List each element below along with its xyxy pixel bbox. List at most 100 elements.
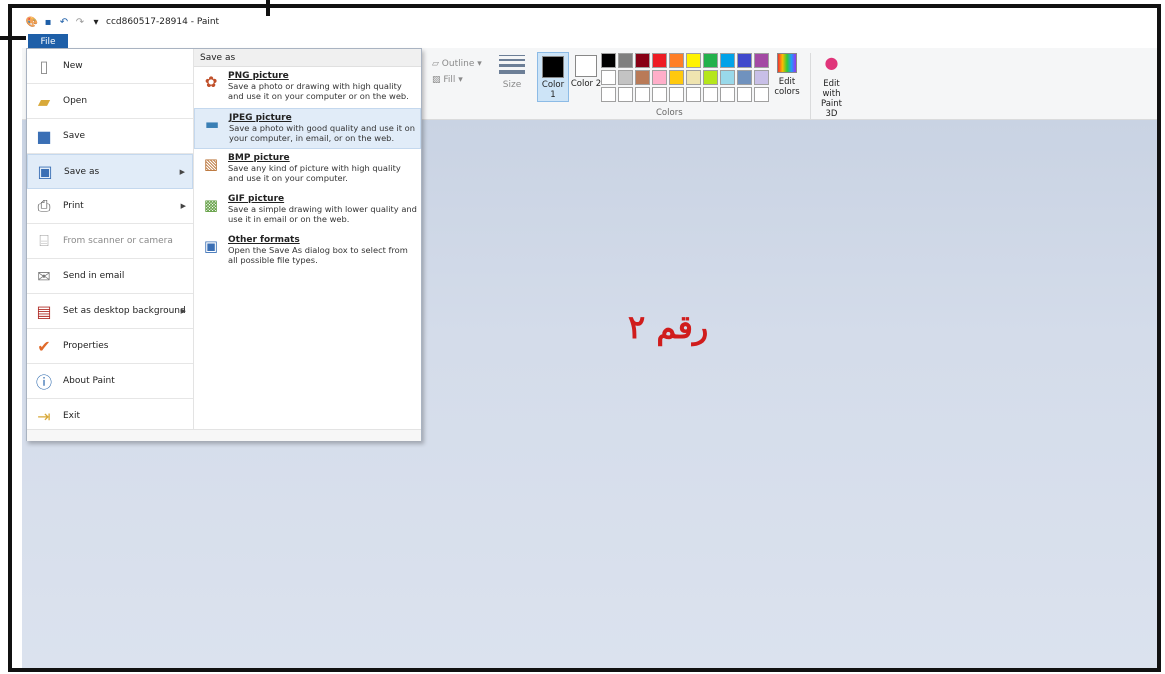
palette-swatch[interactable] xyxy=(703,70,718,85)
menu-label-save: Save xyxy=(63,131,86,141)
palette-swatch[interactable] xyxy=(737,53,752,68)
edit-colors-button[interactable]: Edit colors xyxy=(772,53,802,97)
save-as-gif-title: GIF picture xyxy=(228,194,285,204)
save-as-gif-desc: Save a simple drawing with lower quality… xyxy=(228,204,417,224)
palette-swatch[interactable] xyxy=(652,87,667,102)
color1-label: Color 1 xyxy=(541,80,565,100)
overlay-annotation: رقم ٢ xyxy=(628,308,709,346)
palette-swatch[interactable] xyxy=(601,53,616,68)
menu-item-desktop-background[interactable]: ▤ Set as desktop background ▶ xyxy=(27,294,193,329)
color2-swatch xyxy=(575,55,597,77)
save-icon: ■ xyxy=(36,126,52,146)
menu-label-email: Send in email xyxy=(63,271,125,281)
png-picture-icon: ✿ xyxy=(204,73,218,91)
palette-swatch[interactable] xyxy=(669,53,684,68)
menu-item-print[interactable]: ⎙ Print ▶ xyxy=(27,189,193,224)
palette-swatch[interactable] xyxy=(754,53,769,68)
menu-item-email[interactable]: ✉ Send in email xyxy=(27,259,193,294)
menu-item-about[interactable]: ⓘ About Paint xyxy=(27,364,193,399)
bmp-picture-icon: ▧ xyxy=(203,155,219,173)
outline-dropdown[interactable]: ▱ Outline ▾ xyxy=(432,56,482,72)
menu-label-desktop-background: Set as desktop background xyxy=(63,306,186,316)
save-as-bmp[interactable]: ▧ BMP picture Save any kind of picture w… xyxy=(194,149,421,190)
size-button[interactable]: Size xyxy=(496,52,528,90)
palette-swatch[interactable] xyxy=(635,87,650,102)
palette-swatch[interactable] xyxy=(652,53,667,68)
color2-label: Color 2 xyxy=(570,79,602,89)
fill-dropdown[interactable]: ▨ Fill ▾ xyxy=(432,72,482,88)
palette-swatch[interactable] xyxy=(618,87,633,102)
save-as-other-desc: Open the Save As dialog box to select fr… xyxy=(228,245,408,265)
save-as-submenu: Save as ✿ PNG picture Save a photo or dr… xyxy=(193,49,421,429)
frame-corner-horizontal xyxy=(0,36,26,40)
shape-options: ▱ Outline ▾ ▨ Fill ▾ xyxy=(432,56,482,88)
color1-button[interactable]: Color 1 xyxy=(537,52,569,102)
checkmark-icon: ✔ xyxy=(37,336,51,356)
palette-swatch[interactable] xyxy=(754,70,769,85)
other-formats-icon: ▣ xyxy=(203,237,219,255)
palette-swatch[interactable] xyxy=(686,87,701,102)
menu-item-save-as[interactable]: ▣ Save as ▶ xyxy=(27,154,193,189)
palette-swatch[interactable] xyxy=(703,87,718,102)
save-as-jpeg[interactable]: ▬ JPEG picture Save a photo with good qu… xyxy=(194,108,421,149)
menu-item-properties[interactable]: ✔ Properties xyxy=(27,329,193,364)
redo-icon[interactable]: ↷ xyxy=(74,16,86,28)
palette-swatch[interactable] xyxy=(737,70,752,85)
menu-label-scanner: From scanner or camera xyxy=(63,236,173,246)
menu-label-save-as: Save as xyxy=(64,166,100,177)
save-as-png[interactable]: ✿ PNG picture Save a photo or drawing wi… xyxy=(194,67,421,108)
paint-app-icon[interactable]: 🎨 xyxy=(26,16,38,28)
color2-button[interactable]: Color 2 xyxy=(570,52,602,102)
palette-swatch[interactable] xyxy=(669,87,684,102)
open-folder-icon: ▰ xyxy=(37,91,51,111)
palette-swatch[interactable] xyxy=(737,87,752,102)
email-icon: ✉ xyxy=(37,266,51,286)
save-icon[interactable]: ▪ xyxy=(42,16,54,28)
palette-swatch[interactable] xyxy=(635,70,650,85)
palette-swatch[interactable] xyxy=(703,53,718,68)
palette-swatch[interactable] xyxy=(635,53,650,68)
new-file-icon: ▯ xyxy=(39,56,49,76)
size-label: Size xyxy=(502,80,522,90)
palette-swatch[interactable] xyxy=(686,70,701,85)
palette-swatch[interactable] xyxy=(686,53,701,68)
file-menu-footer xyxy=(27,429,421,441)
edit-with-paint3d-button[interactable]: ● Edit with Paint 3D xyxy=(810,53,848,119)
gif-picture-icon: ▩ xyxy=(203,196,219,214)
save-as-png-title: PNG picture xyxy=(228,71,289,81)
menu-label-properties: Properties xyxy=(63,341,109,351)
save-as-header: Save as xyxy=(194,49,421,67)
palette-swatch[interactable] xyxy=(720,53,735,68)
save-as-png-desc: Save a photo or drawing with high qualit… xyxy=(228,81,409,101)
color1-swatch xyxy=(542,56,564,78)
palette-swatch[interactable] xyxy=(669,70,684,85)
menu-label-new: New xyxy=(63,61,83,71)
save-as-other-title: Other formats xyxy=(228,235,300,245)
undo-icon[interactable]: ↶ xyxy=(58,16,70,28)
save-as-bmp-title: BMP picture xyxy=(228,153,290,163)
menu-label-print: Print xyxy=(63,201,84,211)
menu-label-about: About Paint xyxy=(63,376,115,386)
save-as-jpeg-desc: Save a photo with good quality and use i… xyxy=(229,123,415,143)
save-as-gif[interactable]: ▩ GIF picture Save a simple drawing with… xyxy=(194,190,421,231)
palette-swatch[interactable] xyxy=(720,70,735,85)
menu-item-new[interactable]: ▯ New xyxy=(27,49,193,84)
palette-swatch[interactable] xyxy=(618,70,633,85)
palette-swatch[interactable] xyxy=(618,53,633,68)
chevron-right-icon: ▶ xyxy=(179,167,185,176)
palette-swatch[interactable] xyxy=(720,87,735,102)
menu-item-save[interactable]: ■ Save xyxy=(27,119,193,154)
colors-group-label: Colors xyxy=(656,108,683,118)
customize-icon[interactable]: ▾ xyxy=(90,16,102,28)
paint3d-label: Edit with Paint 3D xyxy=(820,79,843,119)
palette-swatch[interactable] xyxy=(601,70,616,85)
palette-swatch[interactable] xyxy=(601,87,616,102)
menu-item-open[interactable]: ▰ Open xyxy=(27,84,193,119)
jpeg-picture-icon: ▬ xyxy=(204,115,220,133)
menu-label-open: Open xyxy=(63,96,88,106)
save-as-other-formats[interactable]: ▣ Other formats Open the Save As dialog … xyxy=(194,231,421,272)
info-icon: ⓘ xyxy=(35,373,52,392)
palette-swatch[interactable] xyxy=(754,87,769,102)
edit-colors-label: Edit colors xyxy=(774,77,800,97)
palette-swatch[interactable] xyxy=(652,70,667,85)
